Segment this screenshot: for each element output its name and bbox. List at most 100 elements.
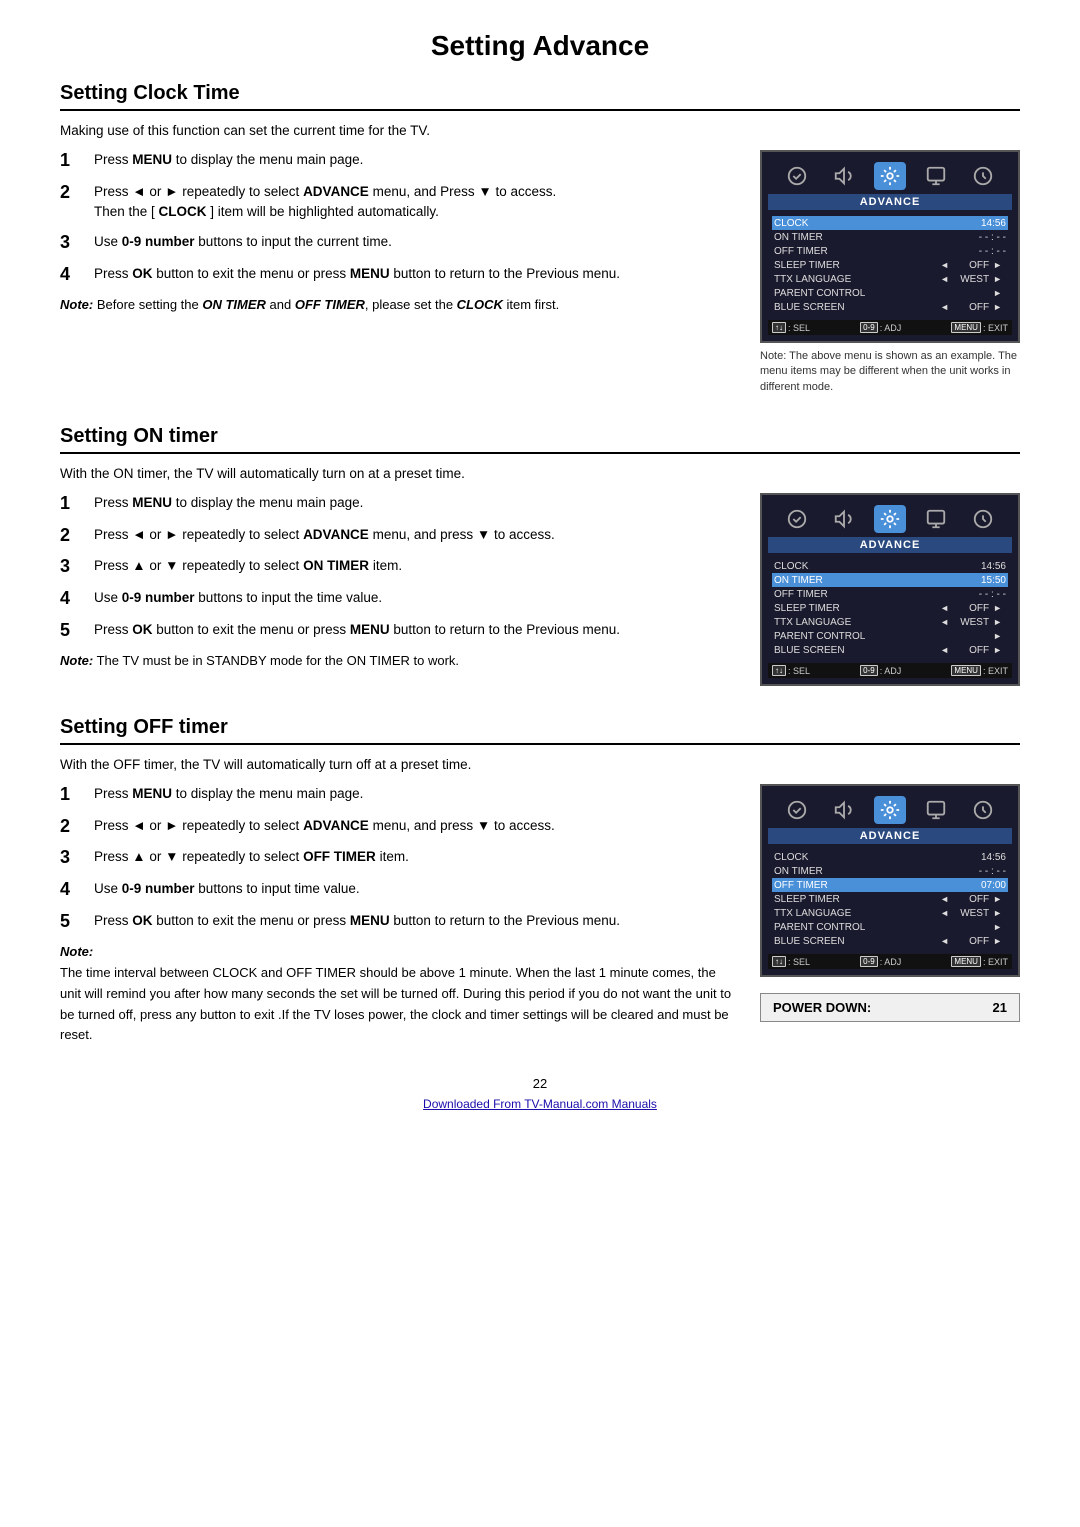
clock-steps: 1 Press MENU to display the menu main pa… bbox=[60, 150, 740, 395]
on-timer-step-3: 3 Press ▲ or ▼ repeatedly to select ON T… bbox=[60, 556, 740, 578]
step-text: Use 0-9 number buttons to input the curr… bbox=[94, 232, 740, 252]
on-timer-step-5: 5 Press OK button to exit the menu or pr… bbox=[60, 620, 740, 642]
menu-row-ttx: TTX LANGUAGE ◄ WEST ► bbox=[772, 272, 1008, 286]
step-text: Press ▲ or ▼ repeatedly to select OFF TI… bbox=[94, 847, 740, 867]
footer-exit: MENU: EXIT bbox=[951, 322, 1008, 333]
on-timer-intro: With the ON timer, the TV will automatic… bbox=[60, 466, 1020, 481]
footer-sel: ↑↓: SEL bbox=[772, 956, 810, 967]
clock-step-2: 2 Press ◄ or ► repeatedly to select ADVA… bbox=[60, 182, 740, 223]
menu-row-off-timer: OFF TIMER 07:00 bbox=[772, 878, 1008, 892]
power-down-label: POWER DOWN: bbox=[773, 1000, 871, 1015]
menu-row-parent: PARENT CONTROL ► bbox=[772, 629, 1008, 643]
step-number: 3 bbox=[60, 556, 88, 578]
step-text: Press MENU to display the menu main page… bbox=[94, 493, 740, 513]
step-number: 2 bbox=[60, 525, 88, 547]
page-number: 22 bbox=[60, 1076, 1020, 1091]
clock-tv-menu: ADVANCE CLOCK 14:56 ON TIMER - - : - - O… bbox=[760, 150, 1020, 343]
footer-sel: ↑↓: SEL bbox=[772, 322, 810, 333]
step-text: Press ▲ or ▼ repeatedly to select ON TIM… bbox=[94, 556, 740, 576]
menu-header: ADVANCE bbox=[768, 194, 1012, 210]
footer-adj: 0-9: ADJ bbox=[860, 322, 901, 333]
step-number: 4 bbox=[60, 264, 88, 286]
menu-row-blue: BLUE SCREEN ◄ OFF ► bbox=[772, 643, 1008, 657]
page: Setting Advance Setting Clock Time Makin… bbox=[0, 0, 1080, 1151]
menu-icons bbox=[768, 792, 1012, 826]
step-text: Press ◄ or ► repeatedly to select ADVANC… bbox=[94, 816, 740, 836]
clock-step-3: 3 Use 0-9 number buttons to input the cu… bbox=[60, 232, 740, 254]
icon-picture bbox=[781, 505, 813, 533]
off-timer-steps: 1 Press MENU to display the menu main pa… bbox=[60, 784, 740, 1046]
step-number: 2 bbox=[60, 182, 88, 204]
menu-row-blue: BLUE SCREEN ◄ OFF ► bbox=[772, 934, 1008, 948]
menu-row-blue: BLUE SCREEN ◄ OFF ► bbox=[772, 300, 1008, 314]
step-number: 1 bbox=[60, 150, 88, 172]
icon-channel bbox=[920, 796, 952, 824]
off-timer-step-2: 2 Press ◄ or ► repeatedly to select ADVA… bbox=[60, 816, 740, 838]
menu-row-parent: PARENT CONTROL ► bbox=[772, 920, 1008, 934]
menu-body: CLOCK 14:56 ON TIMER 15:50 OFF TIMER - -… bbox=[768, 556, 1012, 660]
off-timer-intro: With the OFF timer, the TV will automati… bbox=[60, 757, 1020, 772]
on-timer-title: Setting ON timer bbox=[60, 425, 1020, 454]
menu-row-ttx: TTX LANGUAGE ◄ WEST ► bbox=[772, 906, 1008, 920]
off-timer-title: Setting OFF timer bbox=[60, 716, 1020, 745]
off-timer-note-text: The time interval between CLOCK and OFF … bbox=[60, 965, 731, 1042]
off-timer-step-3: 3 Press ▲ or ▼ repeatedly to select OFF … bbox=[60, 847, 740, 869]
off-timer-note: Note: The time interval between CLOCK an… bbox=[60, 942, 740, 1046]
footer-adj: 0-9: ADJ bbox=[860, 956, 901, 967]
off-timer-step-1: 1 Press MENU to display the menu main pa… bbox=[60, 784, 740, 806]
step-number: 1 bbox=[60, 784, 88, 806]
footer-link[interactable]: Downloaded From TV-Manual.com Manuals bbox=[60, 1097, 1020, 1111]
step-number: 4 bbox=[60, 879, 88, 901]
step-number: 3 bbox=[60, 232, 88, 254]
off-timer-tv-menu: ADVANCE CLOCK 14:56 ON TIMER - - : - - O… bbox=[760, 784, 1020, 977]
menu-row-on-timer: ON TIMER - - : - - bbox=[772, 864, 1008, 878]
menu-row-clock: CLOCK 14:56 bbox=[772, 216, 1008, 230]
icon-advance bbox=[874, 505, 906, 533]
clock-menu-image: ADVANCE CLOCK 14:56 ON TIMER - - : - - O… bbox=[760, 150, 1020, 395]
menu-row-clock: CLOCK 14:56 bbox=[772, 850, 1008, 864]
clock-intro: Making use of this function can set the … bbox=[60, 123, 1020, 138]
on-timer-tv-menu: ADVANCE CLOCK 14:56 ON TIMER 15:50 OFF T… bbox=[760, 493, 1020, 686]
step-text: Press ◄ or ► repeatedly to select ADVANC… bbox=[94, 182, 740, 223]
clock-image-note: Note: The above menu is shown as an exam… bbox=[760, 349, 1020, 395]
on-timer-note: Note: The TV must be in STANDBY mode for… bbox=[60, 651, 740, 671]
step-text: Press OK button to exit the menu or pres… bbox=[94, 264, 740, 284]
footer-sel: ↑↓: SEL bbox=[772, 665, 810, 676]
icon-picture bbox=[781, 162, 813, 190]
step-number: 3 bbox=[60, 847, 88, 869]
menu-row-ttx: TTX LANGUAGE ◄ WEST ► bbox=[772, 615, 1008, 629]
icon-channel bbox=[920, 505, 952, 533]
page-title: Setting Advance bbox=[60, 30, 1020, 62]
menu-footer: ↑↓: SEL 0-9: ADJ MENU: EXIT bbox=[768, 320, 1012, 335]
off-timer-step-4: 4 Use 0-9 number buttons to input time v… bbox=[60, 879, 740, 901]
menu-header: ADVANCE bbox=[768, 828, 1012, 844]
menu-row-sleep: SLEEP TIMER ◄ OFF ► bbox=[772, 601, 1008, 615]
off-timer-menu-image: ADVANCE CLOCK 14:56 ON TIMER - - : - - O… bbox=[760, 784, 1020, 1046]
off-timer-body: 1 Press MENU to display the menu main pa… bbox=[60, 784, 1020, 1046]
footer-adj: 0-9: ADJ bbox=[860, 665, 901, 676]
on-timer-steps: 1 Press MENU to display the menu main pa… bbox=[60, 493, 740, 686]
on-timer-step-1: 1 Press MENU to display the menu main pa… bbox=[60, 493, 740, 515]
step-number: 5 bbox=[60, 911, 88, 933]
menu-row-sleep: SLEEP TIMER ◄ OFF ► bbox=[772, 892, 1008, 906]
menu-row-clock: CLOCK 14:56 bbox=[772, 559, 1008, 573]
footer-exit: MENU: EXIT bbox=[951, 956, 1008, 967]
icon-picture bbox=[781, 796, 813, 824]
on-timer-menu-image: ADVANCE CLOCK 14:56 ON TIMER 15:50 OFF T… bbox=[760, 493, 1020, 686]
menu-row-off-timer: OFF TIMER - - : - - bbox=[772, 244, 1008, 258]
power-down-banner: POWER DOWN: 21 bbox=[760, 993, 1020, 1022]
section-on-timer: Setting ON timer With the ON timer, the … bbox=[60, 425, 1020, 686]
icon-extra bbox=[967, 796, 999, 824]
step-text: Press OK button to exit the menu or pres… bbox=[94, 911, 740, 931]
section-clock-title: Setting Clock Time bbox=[60, 82, 1020, 111]
power-down-value: 21 bbox=[993, 1000, 1007, 1015]
off-timer-step-5: 5 Press OK button to exit the menu or pr… bbox=[60, 911, 740, 933]
menu-body: CLOCK 14:56 ON TIMER - - : - - OFF TIMER… bbox=[768, 213, 1012, 317]
section-off-timer: Setting OFF timer With the OFF timer, th… bbox=[60, 716, 1020, 1046]
menu-row-sleep: SLEEP TIMER ◄ OFF ► bbox=[772, 258, 1008, 272]
section-clock: Setting Clock Time Making use of this fu… bbox=[60, 82, 1020, 395]
menu-header: ADVANCE bbox=[768, 537, 1012, 553]
step-text: Press MENU to display the menu main page… bbox=[94, 150, 740, 170]
menu-body: CLOCK 14:56 ON TIMER - - : - - OFF TIMER… bbox=[768, 847, 1012, 951]
menu-footer: ↑↓: SEL 0-9: ADJ MENU: EXIT bbox=[768, 663, 1012, 678]
